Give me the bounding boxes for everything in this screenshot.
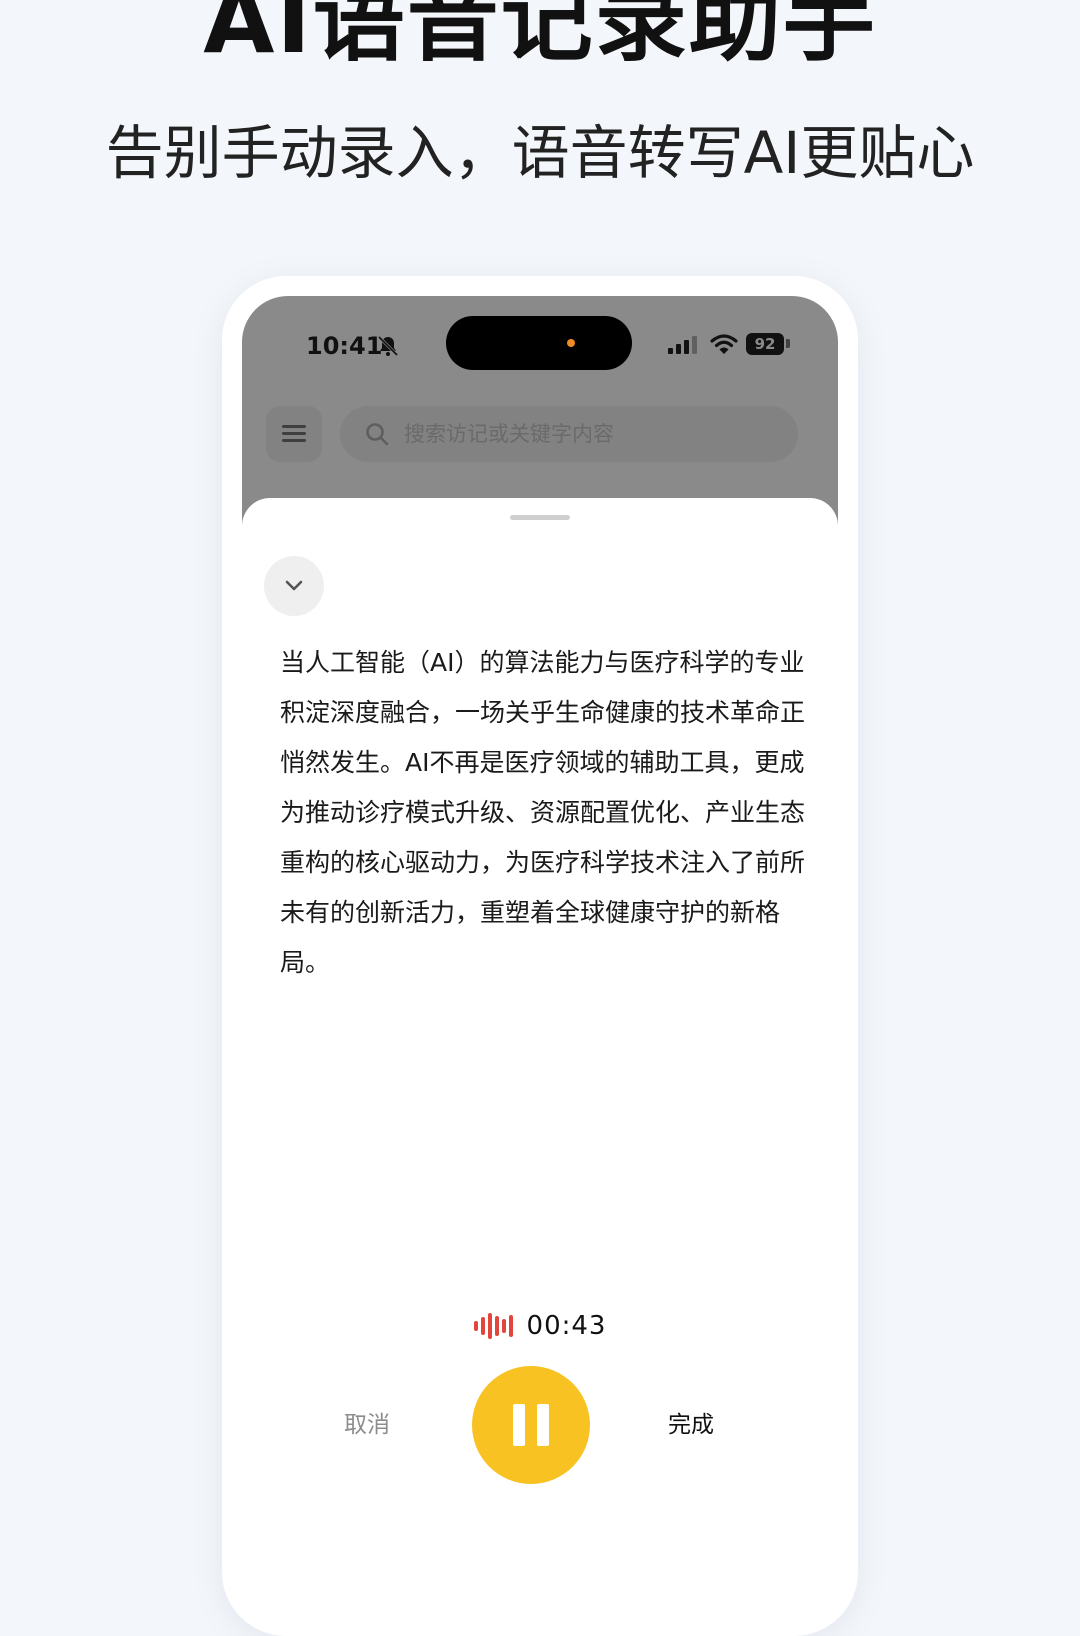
menu-button[interactable] [266,406,322,462]
done-button[interactable]: 完成 [646,1400,736,1450]
wifi-icon [710,334,738,354]
search-icon [366,423,389,446]
search-placeholder: 搜索访记或关键字内容 [404,422,614,446]
dynamic-island [446,316,632,370]
search-bar[interactable]: 搜索访记或关键字内容 [340,406,798,462]
status-time: 10:41 [306,332,383,360]
recording-indicator: 00:43 [242,1306,838,1346]
cancel-button[interactable]: 取消 [322,1400,412,1450]
drag-handle[interactable] [510,515,570,520]
phone-frame: 10:41 92 搜索访记或关键字内容 当人工智能（AI）的算法能力与医疗科学的… [222,276,858,1636]
waveform-icon [473,1312,513,1340]
phone-screen: 10:41 92 搜索访记或关键字内容 当人工智能（AI）的算法能力与医疗科学的… [242,296,838,1616]
pause-button[interactable] [472,1366,590,1484]
bell-muted-icon [377,335,399,357]
battery-tip [786,339,790,348]
menu-icon [282,425,306,428]
chevron-down-icon [285,580,303,591]
transcript-text: 当人工智能（AI）的算法能力与医疗科学的专业积淀深度融合，一场关乎生命健康的技术… [280,648,806,977]
battery-icon: 92 [746,333,784,355]
signal-icon [668,336,697,354]
recording-timer: 00:43 [526,1311,607,1341]
hero-title: AI语音记录助手 [203,0,877,74]
privacy-indicator-dot [567,339,575,347]
collapse-button[interactable] [264,556,324,616]
recording-sheet: 当人工智能（AI）的算法能力与医疗科学的专业积淀深度融合，一场关乎生命健康的技术… [242,498,838,1616]
hero-subtitle: 告别手动录入，语音转写AI更贴心 [105,119,975,187]
